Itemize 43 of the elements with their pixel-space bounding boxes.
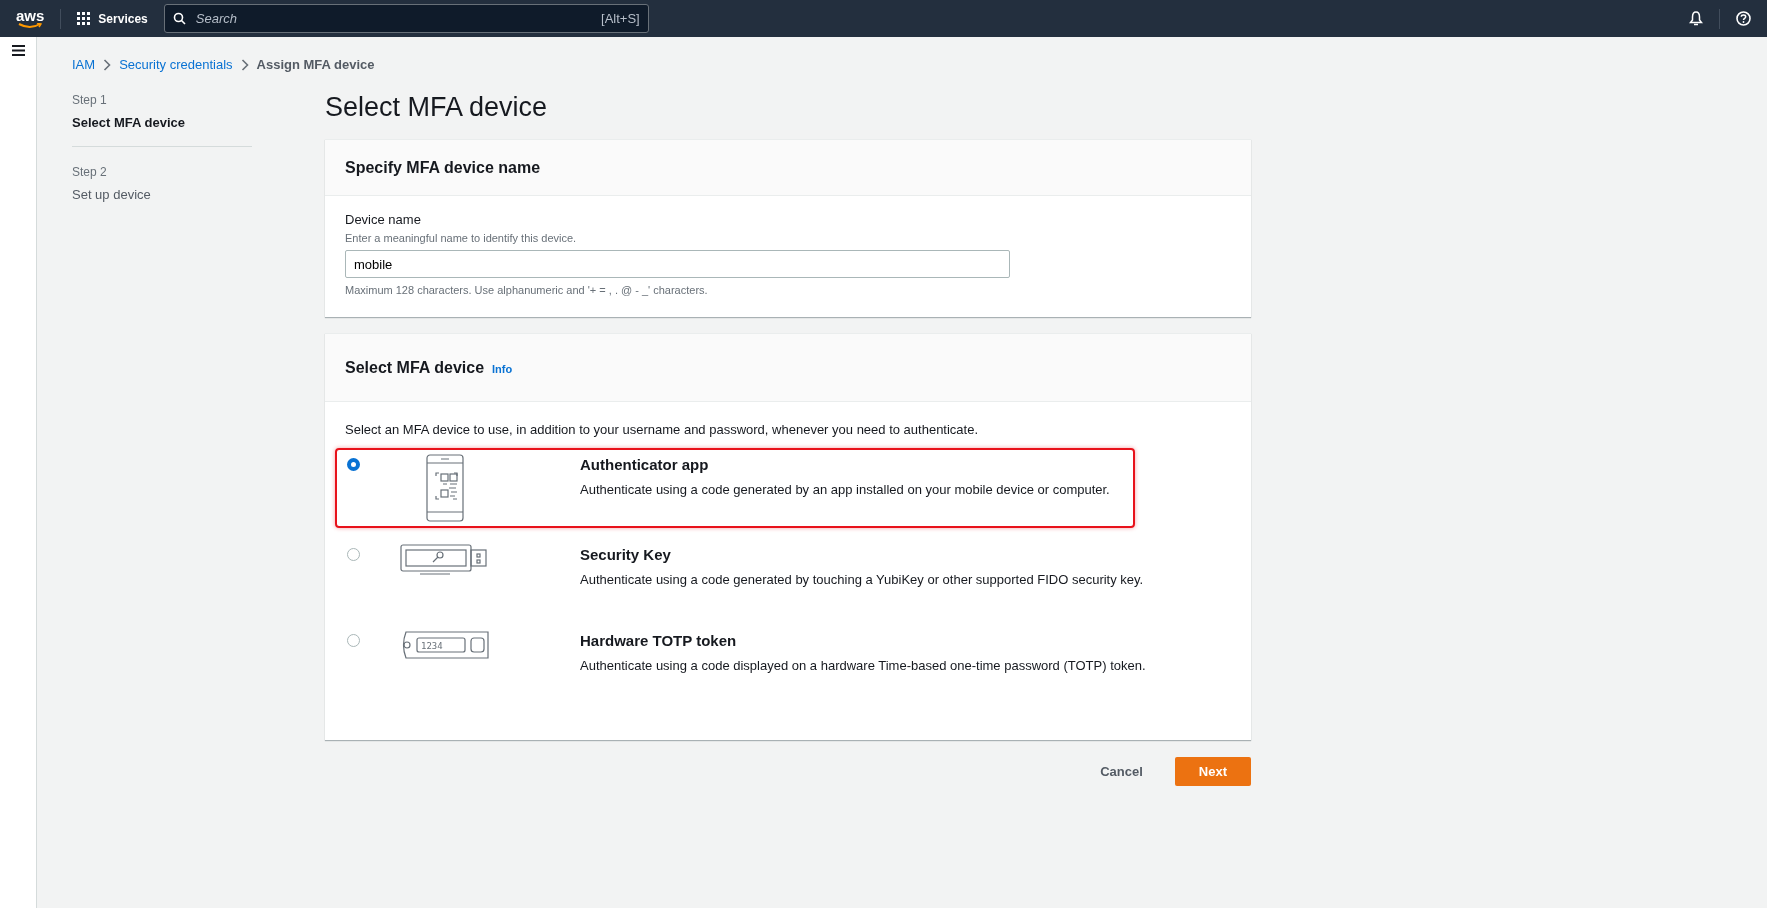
info-link[interactable]: Info (492, 360, 513, 378)
field-description: Enter a meaningful name to identify this device. (345, 230, 578, 246)
step-number: Step 2 (72, 164, 108, 181)
radio-button[interactable] (347, 457, 360, 471)
bell-icon[interactable] (1689, 11, 1703, 26)
step-label[interactable]: Set up device (72, 185, 252, 205)
device-option[interactable]: Authenticator app Authenticate using a code generated by an app installed on your mobile device or computer. (335, 447, 1135, 528)
aws-logo[interactable]: aws (16, 8, 45, 29)
phone-qr-code-icon (426, 453, 464, 522)
option-title: Authenticator app (580, 454, 710, 475)
help-icon[interactable] (1736, 11, 1751, 26)
panel-heading: Select MFA device (345, 357, 485, 377)
device-name-input[interactable]: mobile (345, 250, 1010, 279)
option-title: Security Key (580, 544, 672, 565)
intro-text: Select an MFA device to use, in addition to your username and password, whenever you need to authenticate. (345, 421, 980, 440)
option-description: Authenticate using a code generated by touching a YubiKey or other supported FIDO security key. (580, 571, 1144, 590)
search-icon (172, 12, 186, 25)
usb-key-icon (400, 543, 490, 576)
breadcrumb-current: Assign MFA device (256, 56, 375, 74)
radio-button[interactable] (347, 547, 360, 561)
token-display-text: 1234 (421, 640, 443, 651)
services-button[interactable]: Services (77, 9, 148, 28)
step-number: Step 1 (72, 91, 108, 109)
shortcut-hint: [Alt+S] (601, 9, 640, 28)
field-constraint: Maximum 128 characters. Use alphanumeric and '+ = , . @ - _' characters. (345, 283, 709, 299)
breadcrumb-link[interactable]: IAM (72, 55, 96, 75)
chevron-icon (103, 58, 112, 71)
grid-icon (77, 12, 91, 25)
search-input[interactable]: Search (193, 7, 594, 30)
menu-icon[interactable] (11, 45, 25, 56)
radio-button[interactable] (347, 633, 360, 647)
field-label: Device name (345, 211, 422, 230)
option-description: Authenticate using a code displayed on a hardware Time-based one-time password (TOTP) token. (580, 657, 1146, 676)
step-label[interactable]: Select MFA device (72, 112, 252, 132)
hardware-token-icon (402, 631, 489, 659)
panel-heading: Specify MFA device name (345, 157, 542, 178)
cancel-button[interactable]: Cancel (1084, 760, 1159, 783)
option-description: Authenticate using a code generated by an app installed on your mobile device or computer. (580, 481, 1110, 500)
search-field[interactable]: Search [Alt+S] (163, 4, 649, 33)
page-title: Select MFA device (325, 90, 549, 123)
breadcrumb-link[interactable]: Security credentials (119, 55, 233, 75)
chevron-icon (240, 58, 249, 71)
option-title: Hardware TOTP token (580, 630, 738, 651)
